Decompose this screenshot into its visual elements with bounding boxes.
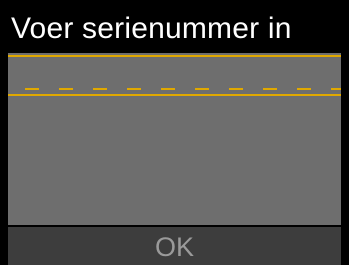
content-area — [8, 53, 341, 225]
ok-button[interactable]: OK — [8, 227, 341, 265]
digit-slot — [59, 88, 73, 90]
screen-title: Voer serienummer in — [11, 12, 292, 45]
input-bottom-border — [8, 94, 341, 96]
digit-slot — [195, 88, 209, 90]
input-top-border — [8, 55, 341, 57]
ok-button-label: OK — [154, 231, 194, 262]
serial-number-input[interactable] — [8, 53, 341, 97]
title-bar: Voer serienummer in — [8, 8, 341, 51]
digit-slot — [93, 88, 107, 90]
device-screen: Voer serienummer in OK — [0, 0, 349, 265]
digit-slot — [127, 88, 141, 90]
digit-slot — [161, 88, 175, 90]
digit-slot — [297, 88, 311, 90]
serial-digit-slots — [25, 88, 341, 90]
digit-slot — [331, 88, 341, 90]
softkey-bar: OK — [8, 227, 341, 265]
digit-slot — [25, 88, 39, 90]
digit-slot — [229, 88, 243, 90]
digit-slot — [263, 88, 277, 90]
